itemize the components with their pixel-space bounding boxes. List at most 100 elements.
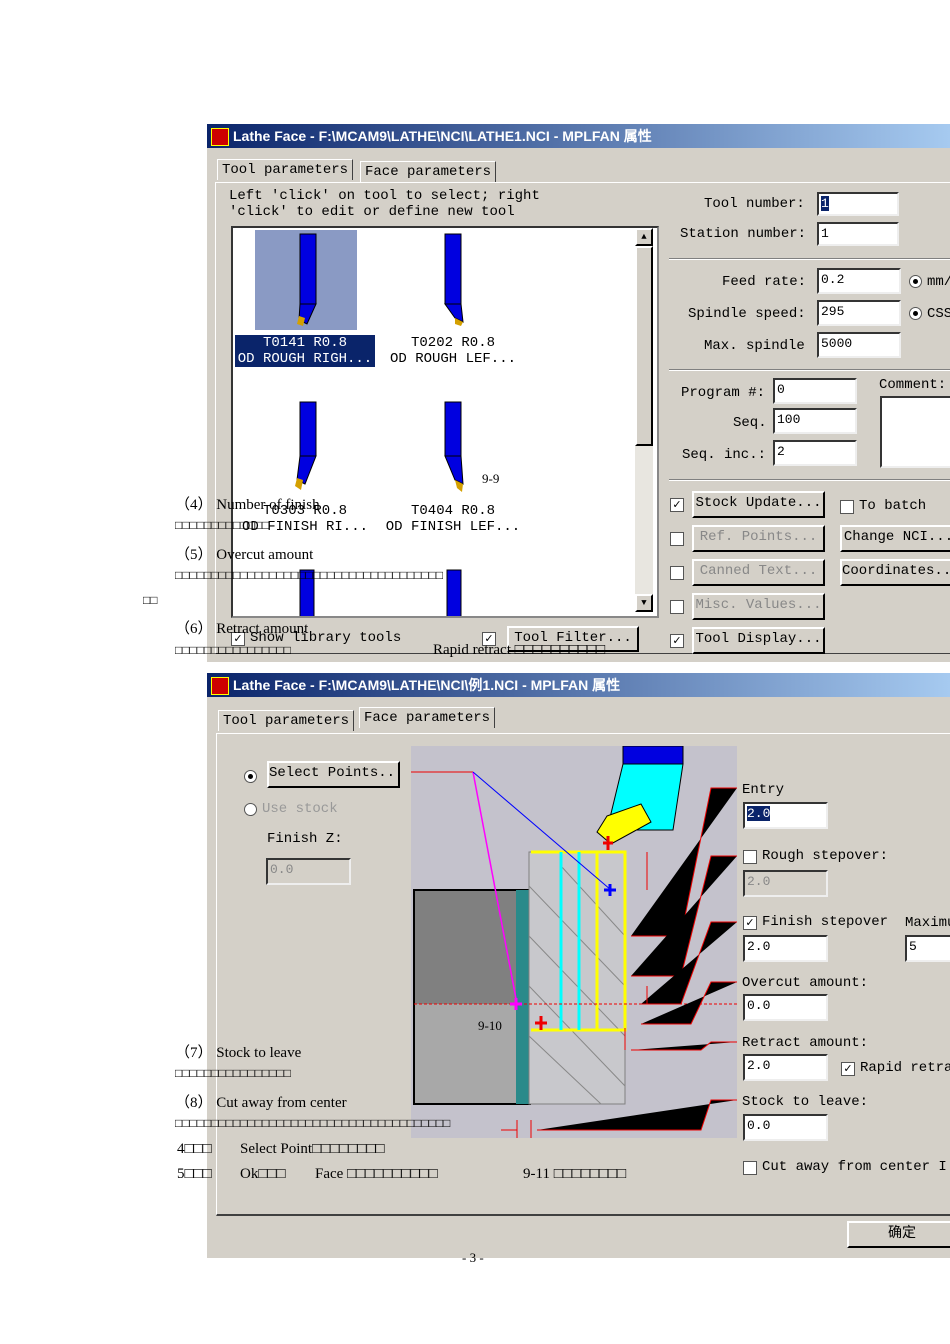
- entry-label: Entry: [742, 782, 785, 798]
- comment-label: Comment:: [879, 377, 947, 393]
- tool-number-field[interactable]: 1: [817, 192, 899, 216]
- finish-z-field[interactable]: 0.0: [266, 858, 351, 885]
- seq-inc-field[interactable]: 2: [773, 440, 857, 466]
- step-4-number: 4□□□: [177, 1141, 212, 1157]
- tab-face-parameters[interactable]: Face parameters: [359, 707, 496, 728]
- finish-stepover-checkbox[interactable]: ✓: [743, 916, 757, 930]
- tool-item-4[interactable]: T0404 R0.8 OD FINISH LEF...: [378, 503, 528, 535]
- item-5-desc: □□□□□□□□□□□□□□□□□□□□□□□□□□□□□□□□□□□□□: [175, 568, 444, 582]
- retract-field[interactable]: 2.0: [743, 1054, 828, 1081]
- dialog-title: Lathe Face - F:\MCAM9\LATHE\NCI\LATHE1.N…: [233, 128, 652, 144]
- feed-unit-label: mm/: [927, 274, 950, 290]
- feed-unit-radio[interactable]: [909, 275, 922, 288]
- misc-values-checkbox[interactable]: [670, 600, 684, 614]
- item-5-heading: （5） Overcut amount: [175, 547, 314, 563]
- step-5-text-b: Face □□□□□□□□□□: [315, 1166, 438, 1182]
- feed-rate-label: Feed rate:: [722, 274, 807, 290]
- spindle-speed-field[interactable]: 295: [817, 300, 901, 326]
- coordinates-button[interactable]: Coordinates...: [840, 559, 950, 586]
- step-5-text-a: Ok□□□: [240, 1166, 286, 1182]
- select-points-button[interactable]: Select Points...: [267, 761, 400, 788]
- spindle-speed-label: Spindle speed:: [688, 306, 806, 322]
- scroll-up-button[interactable]: ▲: [635, 228, 653, 246]
- max-spindle-label: Max. spindle: [704, 338, 805, 354]
- ref-points-checkbox[interactable]: [670, 532, 684, 546]
- finish-stepover-field[interactable]: 2.0: [743, 935, 828, 962]
- rough-stepover-checkbox[interactable]: [743, 850, 757, 864]
- item-7-desc: □□□□□□□□□□□□□□□□: [175, 1066, 291, 1080]
- change-nci-button[interactable]: Change NCI...: [840, 525, 950, 552]
- stock-leave-label: Stock to leave:: [742, 1094, 869, 1110]
- rough-stepover-label: Rough stepover:: [762, 848, 889, 864]
- entry-field[interactable]: 2.0: [743, 802, 828, 829]
- cut-away-label: Cut away from center I: [762, 1159, 947, 1175]
- face-diagram: [411, 746, 737, 1138]
- css-label: CSS: [927, 306, 950, 322]
- item-4-desc: □□□□□□□□□□□□□: [175, 518, 270, 532]
- misc-values-button[interactable]: Misc. Values...: [692, 593, 825, 620]
- maximum-field[interactable]: 5: [905, 935, 950, 962]
- select-points-radio[interactable]: [244, 770, 257, 783]
- step-5-number: 5□□□: [177, 1166, 212, 1182]
- program-field[interactable]: 0: [773, 378, 857, 404]
- stock-solid: [414, 890, 516, 1004]
- canned-text-button[interactable]: Canned Text...: [692, 559, 825, 586]
- hint-text-1: Left 'click' on tool to select; right: [229, 188, 540, 204]
- scroll-down-button[interactable]: ▼: [635, 594, 653, 612]
- seq-label: Seq.: [733, 415, 767, 431]
- app-icon: [211, 677, 229, 695]
- use-stock-label: Use stock: [262, 801, 338, 817]
- feed-rate-field[interactable]: 0.2: [817, 268, 901, 294]
- ok-button[interactable]: 确定: [847, 1221, 950, 1248]
- comment-field[interactable]: [880, 396, 950, 468]
- item-7-heading: （7） Stock to leave: [175, 1045, 302, 1061]
- finish-stock: [516, 890, 529, 1104]
- tool-icon-1: [297, 233, 317, 326]
- station-number-field[interactable]: 1: [817, 222, 899, 246]
- seq-field[interactable]: 100: [773, 408, 857, 434]
- tool-icon-3: [295, 401, 317, 490]
- step-4-text: Select Point□□□□□□□□: [240, 1141, 385, 1157]
- figure-label-9-9: 9-9: [482, 471, 500, 486]
- dialog-title: Lathe Face - F:\MCAM9\LATHE\NCI\例1.NCI -…: [233, 677, 621, 693]
- max-spindle-field[interactable]: 5000: [817, 332, 901, 358]
- rapid-retract-checkbox[interactable]: ✓: [841, 1062, 855, 1076]
- tab-tool-parameters[interactable]: Tool parameters: [217, 159, 354, 180]
- to-batch-checkbox[interactable]: [840, 500, 854, 514]
- scrollbar[interactable]: ▲ ▼: [635, 228, 653, 612]
- tool-display-button[interactable]: Tool Display...: [692, 627, 825, 654]
- canned-text-checkbox[interactable]: [670, 566, 684, 580]
- tool-item-2[interactable]: T0202 R0.8 OD ROUGH LEF...: [383, 335, 523, 367]
- dialog-title-bar: Lathe Face - F:\MCAM9\LATHE\NCI\LATHE1.N…: [207, 124, 950, 148]
- maximum-label: Maximu: [905, 915, 950, 931]
- to-batch-label: To batch: [859, 498, 927, 514]
- tab-tool-parameters[interactable]: Tool parameters: [218, 710, 355, 731]
- item-8-desc: □□□□□□□□□□□□□□□□□□□□□□□□□□□□□□□□□□□□□□: [175, 1116, 451, 1130]
- css-radio[interactable]: [909, 307, 922, 320]
- tool-icon-2: [444, 233, 464, 326]
- overcut-label: Overcut amount:: [742, 975, 869, 991]
- tool-display-checkbox[interactable]: ✓: [670, 634, 684, 648]
- stock-leave-field[interactable]: 0.0: [743, 1114, 828, 1141]
- rapid-retract-desc: Rapid retract □□□□□□□□□□: [433, 642, 606, 658]
- tool-icon-6: [446, 569, 462, 616]
- finish-stepover-label: Finish stepover: [762, 914, 889, 930]
- scroll-thumb[interactable]: [635, 246, 653, 446]
- app-icon: [211, 128, 229, 146]
- use-stock-radio[interactable]: [244, 803, 257, 816]
- tool-icon-4: [444, 401, 464, 492]
- hint-text-2: 'click' to edit or define new tool: [229, 204, 515, 220]
- rough-stepover-field[interactable]: 2.0: [743, 870, 828, 897]
- finish-z-label: Finish Z:: [267, 831, 343, 847]
- tab-face-parameters[interactable]: Face parameters: [360, 161, 497, 182]
- stock-update-checkbox[interactable]: ✓: [670, 498, 684, 512]
- tool-item-1[interactable]: T0141 R0.8 OD ROUGH RIGH...: [235, 335, 375, 367]
- cut-away-checkbox[interactable]: [743, 1161, 757, 1175]
- stock-update-button[interactable]: Stock Update...: [692, 491, 825, 518]
- item-6-heading: （6） Retract amount: [175, 621, 309, 637]
- step-5-text-c: 9-11 □□□□□□□□: [523, 1166, 627, 1182]
- program-label: Program #:: [681, 385, 766, 401]
- ref-points-button[interactable]: Ref. Points...: [692, 525, 825, 552]
- item-4-heading: （4） Number of finish: [175, 497, 320, 513]
- overcut-field[interactable]: 0.0: [743, 994, 828, 1021]
